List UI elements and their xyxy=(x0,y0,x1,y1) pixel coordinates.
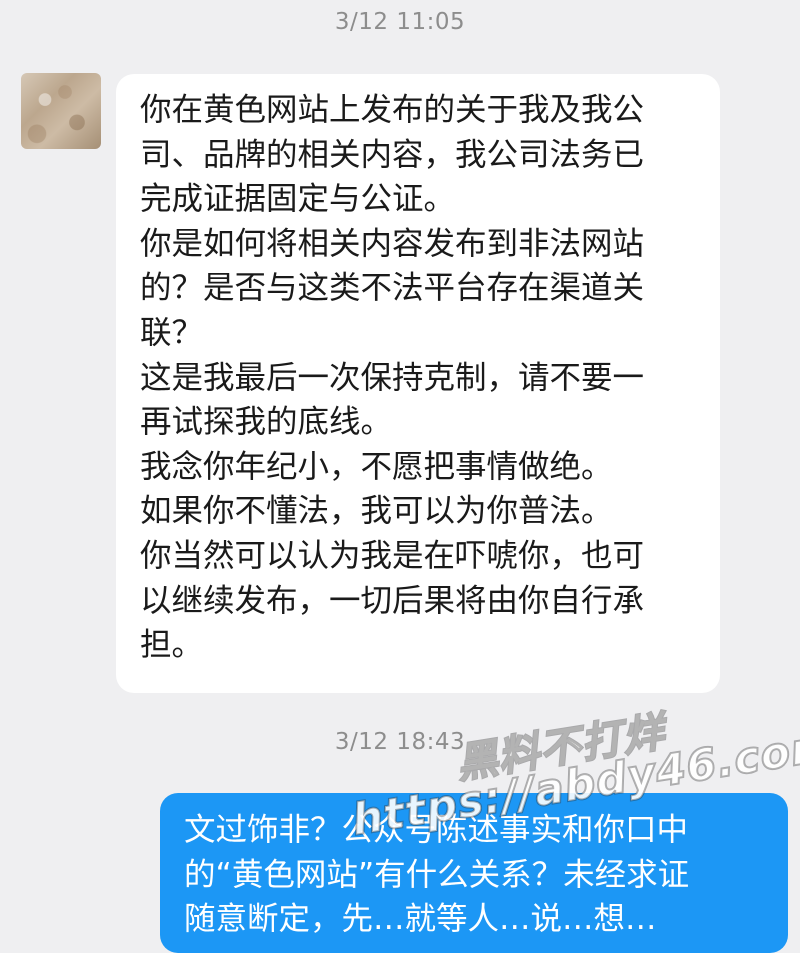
message-line: 文过饰非？公众号陈述事实和你口中 xyxy=(184,812,689,848)
avatar[interactable] xyxy=(21,73,101,149)
message-line: 你在黄色网站上发布的关于我及我公 xyxy=(140,92,645,128)
message-timestamp: 3/12 18:43 xyxy=(334,729,466,755)
message-line: 担。 xyxy=(140,627,204,664)
message-line: 随意断定，先…就等人…说…想… xyxy=(184,901,657,938)
message-line: 完成证据固定与公证。 xyxy=(140,181,456,218)
message-line: 的“黄色网站”有什么关系？未经求证 xyxy=(184,856,690,893)
message-line: 联？ xyxy=(140,314,204,351)
message-timestamp: 3/12 11:05 xyxy=(334,9,466,35)
message-line: 以继续发布，一切后果将由你自行承 xyxy=(140,582,645,619)
message-line: 这是我最后一次保持克制，请不要一 xyxy=(140,359,645,396)
incoming-message-bubble[interactable]: 你在黄色网站上发布的关于我及我公 司、品牌的相关内容，我公司法务已 完成证据固定… xyxy=(116,74,720,693)
message-line: 我念你年纪小，不愿把事情做绝。 xyxy=(140,448,613,485)
message-line: 司、品牌的相关内容，我公司法务已 xyxy=(140,136,645,173)
message-line: 再试探我的底线。 xyxy=(140,404,393,441)
message-line: 你当然可以认为我是在吓唬你，也可 xyxy=(140,537,645,574)
message-line: 你是如何将相关内容发布到非法网站 xyxy=(140,225,645,262)
outgoing-message-bubble[interactable]: 文过饰非？公众号陈述事实和你口中 的“黄色网站”有什么关系？未经求证 随意断定，… xyxy=(160,793,788,953)
message-line: 的？是否与这类不法平台存在渠道关 xyxy=(140,270,645,307)
message-line: 如果你不懂法，我可以为你普法。 xyxy=(140,493,613,530)
